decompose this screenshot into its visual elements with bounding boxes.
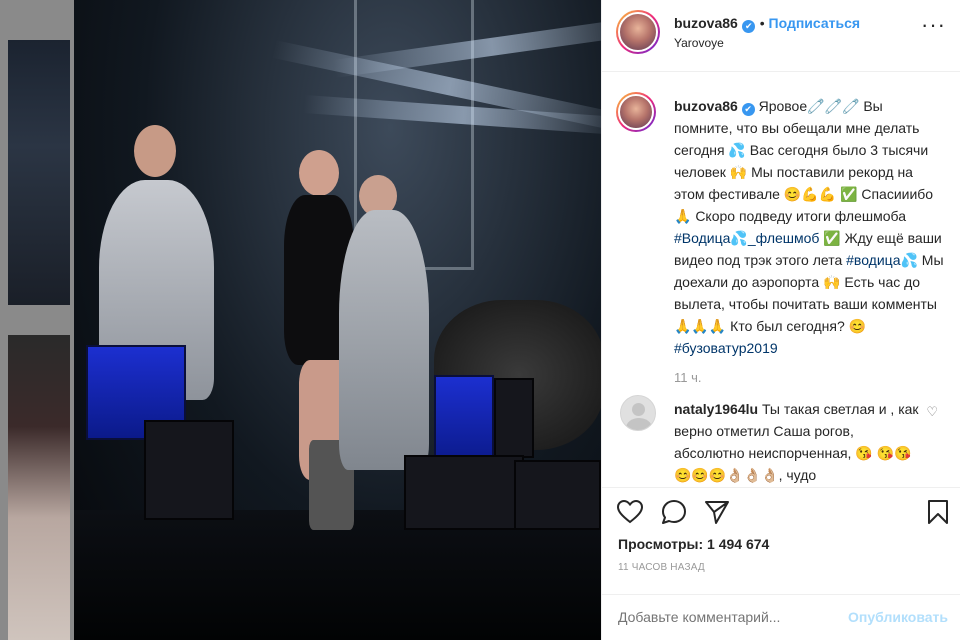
add-comment-input[interactable]: [618, 609, 828, 625]
more-dots-icon[interactable]: ···: [921, 14, 946, 36]
stage-speaker: [494, 378, 534, 458]
author-username[interactable]: buzova86: [674, 15, 738, 31]
like-heart-icon[interactable]: [616, 498, 644, 526]
post-caption: buzova86 ✔ Яровое🧷🧷🧷 Вы помните, что вы …: [674, 95, 944, 359]
author-line: buzova86 ✔ • Подписаться: [674, 15, 860, 33]
background-post-thumbnail: [8, 40, 70, 305]
performer-head: [134, 125, 176, 177]
author-avatar[interactable]: [616, 10, 660, 54]
add-comment-bar: Опубликовать: [602, 594, 960, 640]
stage-monitor: [514, 460, 601, 530]
performer-dancer-right: [339, 210, 429, 470]
comment-bubble-icon[interactable]: [660, 498, 688, 526]
save-bookmark-icon[interactable]: [924, 498, 952, 526]
share-send-icon[interactable]: [703, 498, 731, 526]
post-video[interactable]: [74, 0, 601, 640]
caption-username[interactable]: buzova86: [674, 98, 738, 114]
separator-dot: •: [759, 15, 769, 31]
publish-button[interactable]: Опубликовать: [848, 609, 948, 625]
stage-monitor: [404, 455, 524, 530]
comment-item: nataly1964lu Ты такая светлая и , как ве…: [674, 398, 924, 486]
stage-monitor: [144, 420, 234, 520]
performer-head: [299, 150, 339, 196]
post-location[interactable]: Yarovoye: [674, 36, 724, 50]
post-actions-bar: [602, 487, 960, 537]
post-header: buzova86 ✔ • Подписаться Yarovoye ···: [602, 0, 960, 72]
like-comment-heart-icon[interactable]: ♡: [926, 404, 938, 420]
hashtag-link[interactable]: #водица💦: [846, 252, 918, 268]
follow-button[interactable]: Подписаться: [769, 15, 861, 31]
stage-speaker: [434, 375, 494, 465]
caption-timestamp[interactable]: 11 ч.: [674, 370, 702, 385]
caption-author-avatar[interactable]: [616, 92, 656, 132]
commenter-username[interactable]: nataly1964lu: [674, 401, 758, 417]
verified-icon: ✔: [741, 103, 755, 116]
post-age[interactable]: 11 часов назад: [618, 562, 705, 573]
commenter-avatar[interactable]: [620, 395, 656, 431]
views-count: Просмотры: 1 494 674: [618, 536, 770, 552]
caption-text: Яровое🧷🧷🧷 Вы помните, что вы обещали мне…: [674, 98, 934, 224]
hashtag-link[interactable]: #бузоватур2019: [674, 340, 778, 356]
verified-icon: ✔: [742, 20, 756, 33]
background-post-thumbnail: [8, 335, 70, 640]
hashtag-link[interactable]: #Водица💦_флешмоб: [674, 230, 819, 246]
post-details-panel: buzova86 ✔ • Подписаться Yarovoye ··· bu…: [601, 0, 960, 640]
